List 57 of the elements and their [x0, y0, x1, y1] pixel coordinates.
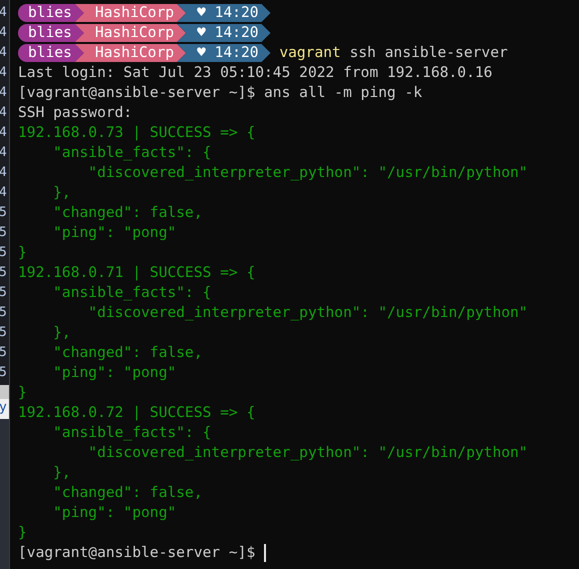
- line-number: 5: [0, 204, 8, 222]
- line-number: 4: [0, 124, 8, 142]
- output-line: },: [52, 323, 71, 343]
- prompt-text: [vagrant@ansible-server ~]$: [18, 543, 256, 563]
- panel-text: y: [0, 399, 9, 419]
- prompt-segment: blies: [18, 4, 84, 22]
- line-number: 4: [0, 44, 8, 62]
- line-number: 5: [0, 344, 8, 362]
- output-line: "changed": false,: [52, 343, 203, 363]
- prompt-segment: HashiCorp: [74, 24, 186, 42]
- line-number: 4: [0, 164, 8, 182]
- output-line: },: [52, 463, 71, 483]
- line-number: 5: [0, 264, 8, 282]
- output-line: "ping": "pong": [52, 503, 176, 523]
- output-line: "changed": false,: [52, 203, 203, 223]
- output-line: "ping": "pong": [52, 363, 176, 383]
- line-number: 5: [0, 284, 8, 302]
- output-line: "ansible_facts": {: [52, 423, 212, 443]
- output-line: Last login: Sat Jul 23 05:10:45 2022 from 192.168.0.16: [18, 63, 492, 83]
- output-line: },: [52, 183, 71, 203]
- prompt-segment: ♥ 14:20: [177, 24, 271, 42]
- output-line: 192.168.0.72 | SUCCESS => {: [18, 403, 256, 423]
- output-line: 192.168.0.71 | SUCCESS => {: [18, 263, 256, 283]
- line-number: 5: [0, 364, 8, 382]
- output-line: SSH password:: [18, 103, 132, 123]
- line-number: 4: [0, 4, 8, 22]
- prompt-segment: blies: [18, 44, 84, 62]
- output-line: }: [18, 523, 27, 543]
- panel-header: [0, 385, 9, 399]
- line-number: 4: [0, 64, 8, 82]
- prompt-segment: ♥ 14:20: [177, 4, 271, 22]
- command-arguments: ssh ansible-server: [348, 43, 508, 63]
- output-line: "changed": false,: [52, 483, 203, 503]
- output-line: "discovered_interpreter_python": "/usr/bin/python": [87, 163, 528, 183]
- command-name: vagrant: [278, 43, 341, 63]
- prompt-segment: blies: [18, 24, 84, 42]
- line-number: 4: [0, 84, 8, 102]
- line-number: 5: [0, 224, 8, 242]
- line-number: 4: [0, 144, 8, 162]
- line-number: 4: [0, 24, 8, 42]
- output-line: "discovered_interpreter_python": "/usr/bin/python": [87, 303, 528, 323]
- output-line: }: [18, 243, 27, 263]
- prompt-segment: HashiCorp: [74, 44, 186, 62]
- line-number: 4: [0, 104, 8, 122]
- output-line: "discovered_interpreter_python": "/usr/bin/python": [87, 443, 528, 463]
- output-line: 192.168.0.73 | SUCCESS => {: [18, 123, 256, 143]
- line-number: 5: [0, 244, 8, 262]
- output-line: }: [18, 383, 27, 403]
- output-line: "ansible_facts": {: [52, 143, 212, 163]
- output-line: "ansible_facts": {: [52, 283, 212, 303]
- output-line: "ping": "pong": [52, 223, 176, 243]
- line-number: 4: [0, 184, 8, 202]
- output-line: [vagrant@ansible-server ~]$ ans all -m ping -k: [18, 83, 422, 103]
- prompt-segment: HashiCorp: [74, 4, 186, 22]
- prompt-segment: ♥ 14:20: [177, 44, 271, 62]
- line-number: 5: [0, 324, 8, 342]
- line-number: 5: [0, 304, 8, 322]
